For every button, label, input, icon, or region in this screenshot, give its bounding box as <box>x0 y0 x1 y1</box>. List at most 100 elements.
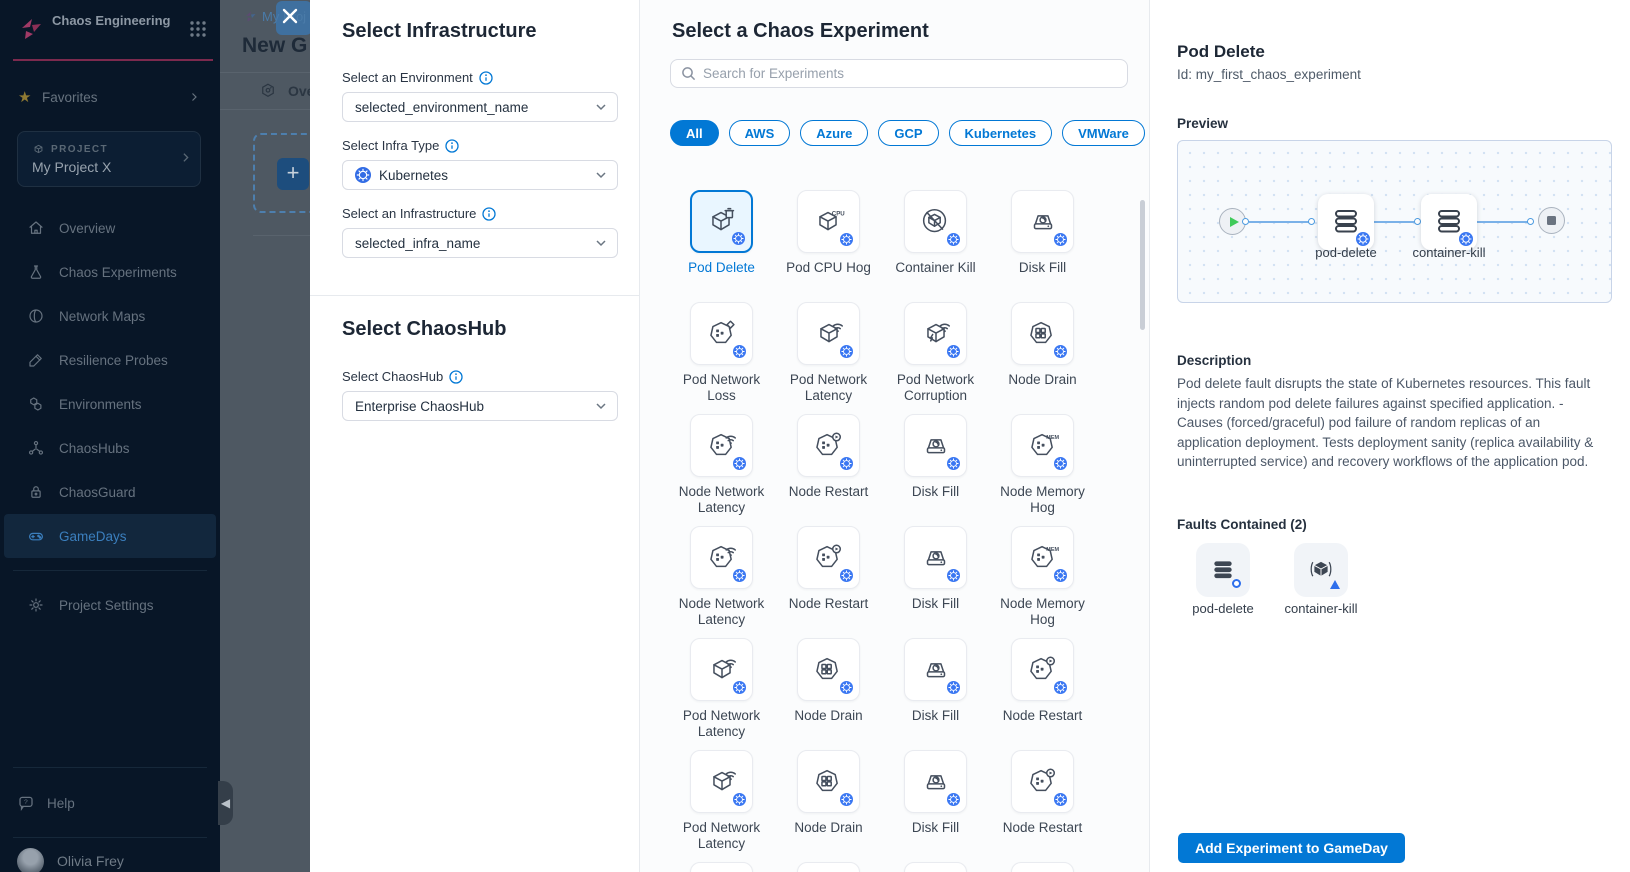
sidebar-divider <box>13 570 207 571</box>
description-text: Pod delete fault disrupts the state of K… <box>1177 374 1601 472</box>
scrollbar[interactable] <box>1140 200 1145 330</box>
blue-circle-badge-icon <box>1232 579 1241 588</box>
experiment-search[interactable] <box>670 59 1128 88</box>
experiment-card-node-drain[interactable]: Node Drain <box>794 750 862 862</box>
experiment-card-node-restart[interactable]: Node Restart <box>1003 862 1083 872</box>
chaos-engineering-logo-icon <box>18 16 44 42</box>
pipeline-fault-pod-delete[interactable] <box>1318 194 1374 250</box>
sidebar-item-resilience-probes[interactable]: Resilience Probes <box>0 338 220 382</box>
kubernetes-badge-icon <box>947 345 960 358</box>
search-input[interactable] <box>703 66 1117 81</box>
sidebar-item-help[interactable]: ? Help <box>0 788 220 818</box>
section-divider <box>310 295 640 296</box>
experiment-card-node-drain[interactable]: Node Drain <box>794 638 862 750</box>
filter-chip-azure[interactable]: Azure <box>800 120 868 146</box>
experiment-card-node-memory-hog[interactable]: MEMNode Memory Hog <box>991 414 1095 526</box>
close-modal-button[interactable] <box>279 5 301 27</box>
sidebar-divider <box>13 767 207 768</box>
close-icon <box>279 5 301 27</box>
add-experiment-to-gameday-button[interactable]: Add Experiment to GameDay <box>1178 833 1405 863</box>
environment-select[interactable]: selected_environment_name <box>342 92 618 122</box>
sidebar-item-chaos-experiments[interactable]: Chaos Experiments <box>0 250 220 294</box>
experiment-card-node-network-latency[interactable]: Node Network Latency <box>670 526 774 638</box>
environment-label: Select an Environment <box>342 70 493 85</box>
experiment-card-node-network-latency[interactable]: Node Network Latency <box>670 414 774 526</box>
fault-card-pod-delete[interactable] <box>1196 543 1250 597</box>
experiment-card-node-drain[interactable]: Node Drain <box>1008 302 1076 414</box>
filter-chip-all[interactable]: All <box>670 120 719 146</box>
filter-chip-kubernetes[interactable]: Kubernetes <box>949 120 1053 146</box>
experiment-card-label: Node Restart <box>1003 708 1083 724</box>
experiment-card-container-kill[interactable]: Container Kill <box>895 190 975 302</box>
experiment-card-label: Node Drain <box>794 820 862 836</box>
infrastructure-select[interactable]: selected_infra_name <box>342 228 618 258</box>
experiment-card-pod-network-latency[interactable]: Pod Network Latency <box>777 302 881 414</box>
experiment-card-disk-fill[interactable]: Disk Fill <box>904 526 967 638</box>
chevron-right-icon <box>179 151 192 164</box>
sidebar-item-overview[interactable]: Overview <box>0 206 220 250</box>
kubernetes-badge-icon <box>1054 569 1067 582</box>
sidebar-item-label: GameDays <box>59 529 127 544</box>
sidebar-item-network-maps[interactable]: Network Maps <box>0 294 220 338</box>
connector-dot <box>1414 218 1421 225</box>
app-title: Chaos Engineering <box>52 13 170 30</box>
pipeline-node-label: pod-delete <box>1291 245 1401 260</box>
pipeline-fault-container-kill[interactable] <box>1421 194 1477 250</box>
fault-label: pod-delete <box>1168 601 1278 616</box>
project-label: PROJECT <box>51 144 108 155</box>
app-grid-icon[interactable] <box>188 19 208 39</box>
experiment-card-node-memory-hog[interactable]: MEMNode Memory Hog <box>991 526 1095 638</box>
favorites-label: Favorites <box>42 90 98 105</box>
filter-chip-aws[interactable]: AWS <box>729 120 791 146</box>
experiment-card-disk-fill[interactable]: Disk Fill <box>904 862 967 872</box>
info-icon[interactable] <box>482 207 496 221</box>
chat-help-icon: ? <box>17 794 35 812</box>
sidebar-item-environments[interactable]: Environments <box>0 382 220 426</box>
sidebar-item-chaosguard[interactable]: ChaosGuard <box>0 470 220 514</box>
experiment-card-disk-fill[interactable]: Disk Fill <box>904 414 967 526</box>
help-label: Help <box>47 796 75 811</box>
sidebar-item-label: ChaosGuard <box>59 485 136 500</box>
project-selector[interactable]: PROJECT My Project X <box>17 131 201 187</box>
experiment-card-node-restart[interactable]: Node Restart <box>1003 638 1083 750</box>
experiment-card-node-drain[interactable]: Node Drain <box>794 862 862 872</box>
infra-type-select[interactable]: Kubernetes <box>342 160 618 190</box>
user-account[interactable]: Olivia Frey <box>0 844 220 872</box>
kubernetes-badge-icon <box>947 233 960 246</box>
experiment-card-disk-fill[interactable]: Disk Fill <box>904 750 967 862</box>
sidebar-item-project-settings[interactable]: Project Settings <box>0 583 220 627</box>
sidebar-collapse-handle[interactable]: ◀ <box>218 781 233 825</box>
experiment-preview: pod-delete container-kill <box>1177 140 1612 303</box>
experiment-card-node-restart[interactable]: Node Restart <box>789 526 869 638</box>
sidebar-item-chaoshubs[interactable]: ChaosHubs <box>0 426 220 470</box>
experiment-card-node-restart[interactable]: Node Restart <box>1003 750 1083 862</box>
experiment-card-label: Node Drain <box>1008 372 1076 388</box>
svg-text:?: ? <box>24 799 28 806</box>
svg-text:CPU: CPU <box>832 210 845 217</box>
chaoshub-select[interactable]: Enterprise ChaosHub <box>342 391 618 421</box>
info-icon[interactable] <box>445 139 459 153</box>
fault-card-container-kill[interactable] <box>1294 543 1348 597</box>
filter-chip-vmware[interactable]: VMWare <box>1062 120 1145 146</box>
sidebar-item-favorites[interactable]: ★ Favorites <box>0 84 220 110</box>
cube-icon <box>32 143 45 156</box>
gear-icon <box>27 596 45 614</box>
experiment-card-disk-fill[interactable]: Disk Fill <box>904 638 967 750</box>
experiment-card-pod-network-latency[interactable]: Pod Network Latency <box>670 750 774 862</box>
info-icon[interactable] <box>449 370 463 384</box>
sidebar-item-gamedays[interactable]: GameDays <box>4 514 216 558</box>
experiment-card-disk-fill[interactable]: Disk Fill <box>1011 190 1074 302</box>
chevron-right-icon <box>188 91 200 103</box>
experiment-card-pod-cpu-hog[interactable]: CPU Pod CPU Hog <box>786 190 871 302</box>
experiment-card-pod-network-loss[interactable]: Pod Network Loss <box>670 302 774 414</box>
sidebar-item-label: Chaos Experiments <box>59 265 177 280</box>
experiment-card-pod-network-latency[interactable]: Pod Network Latency <box>670 638 774 750</box>
experiment-card-pod-network-corruption[interactable]: Pod Network Corruption <box>884 302 988 414</box>
experiment-card-label: Pod Delete <box>688 260 755 276</box>
filter-chip-gcp[interactable]: GCP <box>878 120 938 146</box>
experiment-card-label: Pod CPU Hog <box>786 260 871 276</box>
info-icon[interactable] <box>479 71 493 85</box>
experiment-card-pod-network-latency[interactable]: Pod Network Latency <box>670 862 774 872</box>
experiment-card-node-restart[interactable]: Node Restart <box>789 414 869 526</box>
experiment-card-pod-delete[interactable]: Pod Delete <box>688 190 755 302</box>
